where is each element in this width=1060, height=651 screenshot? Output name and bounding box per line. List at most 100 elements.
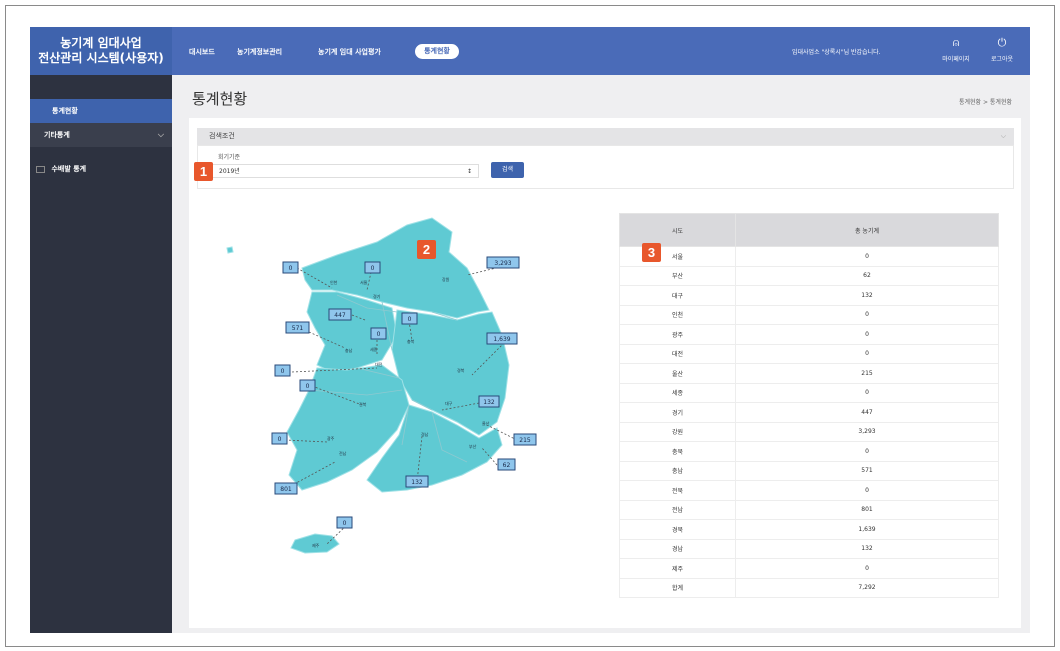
mypage-label: 마이페이지: [942, 56, 970, 63]
year-filter-label: 회기기준: [218, 154, 241, 161]
table-row: 세종 0: [619, 382, 999, 403]
map-value-gangwon: 3,293: [494, 260, 511, 267]
map-value-gyeonggi: 447: [334, 312, 346, 319]
table-cell-region: 제주: [619, 558, 736, 579]
table-row: 경남 132: [619, 538, 999, 559]
search-conditions-panel: 회기기준 2019년 ↕ 검색: [197, 145, 1014, 189]
nav-dashboard[interactable]: 대시보드: [189, 47, 215, 57]
map-name-jeonnam: 전남: [339, 450, 347, 456]
map-value-daejeon: 0: [281, 368, 285, 375]
table-cell-total: 571: [735, 460, 999, 481]
map-value-jeonbuk: 0: [306, 383, 310, 390]
table-total-row: 합계 7,292: [619, 577, 999, 598]
table-cell-region: 대전: [619, 343, 736, 364]
map-value-chungnam: 571: [292, 325, 304, 332]
table-cell-region: 부산: [619, 265, 736, 286]
map-island-ulleung[interactable]: [226, 246, 234, 254]
korea-map: 서울 인천 경기 강원 충남 세종 충북 대전 경북 전북 대구 울산 부산 광…: [226, 217, 537, 554]
search-conditions-header[interactable]: 검색조건 ⌵: [197, 128, 1014, 145]
stats-table: 시도 총 농기계 서울 0 부산 62 대구 132 인천 0 광주 0 대전 0 울산 21…: [619, 213, 999, 598]
table-cell-total: 0: [735, 246, 999, 267]
table-cell-region: 서울: [619, 246, 736, 267]
table-cell-total: 801: [735, 499, 999, 520]
map-value-busan: 62: [503, 462, 511, 469]
map-name-chungbuk: 충북: [407, 338, 415, 344]
table-cell-region: 광주: [619, 324, 736, 345]
table-cell-region: 전남: [619, 499, 736, 520]
sidebar-item-stats[interactable]: 통계현황: [30, 99, 172, 123]
map-name-daegu: 대구: [445, 400, 453, 406]
map-value-ulsan: 215: [519, 437, 531, 444]
logout-button[interactable]: ⏻ 로그아웃: [982, 37, 1022, 64]
sidebar-item-label: 수배발 통계: [51, 165, 87, 173]
nav-machine-info[interactable]: 농기계정보관리: [237, 47, 282, 57]
table-row: 충북 0: [619, 441, 999, 462]
nav-rental-evaluation[interactable]: 농기계 임대 사업평가: [318, 47, 381, 57]
table-row: 대전 0: [619, 343, 999, 364]
sidebar-item-other-stats[interactable]: 기타통계 ⌵: [30, 123, 172, 147]
map-value-gwangju: 0: [278, 436, 282, 443]
top-navigation: 대시보드 농기계정보관리 농기계 임대 사업평가 통계현황 임대사업소 "상록시…: [172, 27, 1030, 75]
table-cell-total: 0: [735, 480, 999, 501]
table-row: 경북 1,639: [619, 519, 999, 540]
table-header-region: 시도: [619, 213, 736, 247]
map-value-incheon: 0: [289, 265, 293, 272]
map-name-incheon: 인천: [330, 279, 338, 285]
breadcrumb[interactable]: 통계현황 > 통계현황: [959, 97, 1012, 106]
table-cell-total: 62: [735, 265, 999, 286]
table-cell-total: 0: [735, 558, 999, 579]
table-row: 경기 447: [619, 402, 999, 423]
map-name-sejong: 세종: [370, 346, 378, 352]
app-title[interactable]: 농기계 임대사업 전산관리 시스템(사용자): [30, 27, 172, 75]
year-select[interactable]: 2019년 ↕: [212, 164, 479, 178]
table-cell-total: 447: [735, 402, 999, 423]
app-title-line1: 농기계 임대사업: [60, 36, 142, 50]
table-cell-region: 합계: [619, 577, 736, 598]
table-cell-total: 1,639: [735, 519, 999, 540]
chevron-down-icon: ⌵: [1000, 132, 1006, 140]
table-cell-total: 0: [735, 304, 999, 325]
map-value-gyeongbuk: 1,639: [493, 336, 510, 343]
map-value-jeonnam: 801: [280, 486, 292, 493]
page-title: 통계현황: [192, 90, 248, 108]
table-row: 충남 571: [619, 460, 999, 481]
user-icon: ⍝: [952, 36, 960, 49]
map-name-ulsan: 울산: [482, 420, 490, 426]
table-cell-region: 경북: [619, 519, 736, 540]
app-title-line2: 전산관리 시스템(사용자): [38, 51, 164, 65]
table-cell-total: 3,293: [735, 421, 999, 442]
nav-stats-active[interactable]: 통계현황: [415, 44, 459, 59]
map-name-chungnam: 충남: [345, 347, 353, 353]
table-cell-region: 세종: [619, 382, 736, 403]
table-row: 제주 0: [619, 558, 999, 579]
sidebar: 농기계 임대사업 전산관리 시스템(사용자) 통계현황 기타통계 ⌵ 수배발 통…: [30, 27, 172, 633]
table-cell-region: 울산: [619, 363, 736, 384]
map-name-seoul: 서울: [360, 279, 368, 285]
map-name-gwangju: 광주: [327, 435, 335, 441]
table-cell-region: 경남: [619, 538, 736, 559]
sidebar-item-label: 기타통계: [44, 131, 70, 139]
callout-badge-3: 3: [642, 243, 661, 262]
logout-label: 로그아웃: [990, 56, 1014, 63]
year-select-value: 2019년: [219, 168, 240, 175]
table-cell-region: 경기: [619, 402, 736, 423]
map-value-jeju: 0: [343, 520, 347, 527]
callout-badge-1: 1: [194, 162, 213, 181]
table-row: 부산 62: [619, 265, 999, 286]
table-row: 서울 0: [619, 246, 999, 267]
sidebar-item-label: 통계현황: [52, 107, 78, 115]
chevron-down-icon: ⌵: [157, 130, 164, 139]
sidebar-item-monthly-stats[interactable]: 수배발 통계: [30, 157, 172, 181]
map-value-chungbuk: 0: [408, 316, 412, 323]
table-cell-region: 전북: [619, 480, 736, 501]
table-row: 전북 0: [619, 480, 999, 501]
table-cell-region: 강원: [619, 421, 736, 442]
mypage-button[interactable]: ⍝ 마이페이지: [936, 36, 976, 64]
table-row: 강원 3,293: [619, 421, 999, 442]
table-cell-total: 7,292: [735, 577, 999, 598]
map-name-jeju: 제주: [312, 542, 320, 548]
search-button[interactable]: 검색: [491, 162, 524, 178]
table-cell-region: 대구: [619, 285, 736, 306]
table-row: 대구 132: [619, 285, 999, 306]
table-cell-total: 132: [735, 285, 999, 306]
